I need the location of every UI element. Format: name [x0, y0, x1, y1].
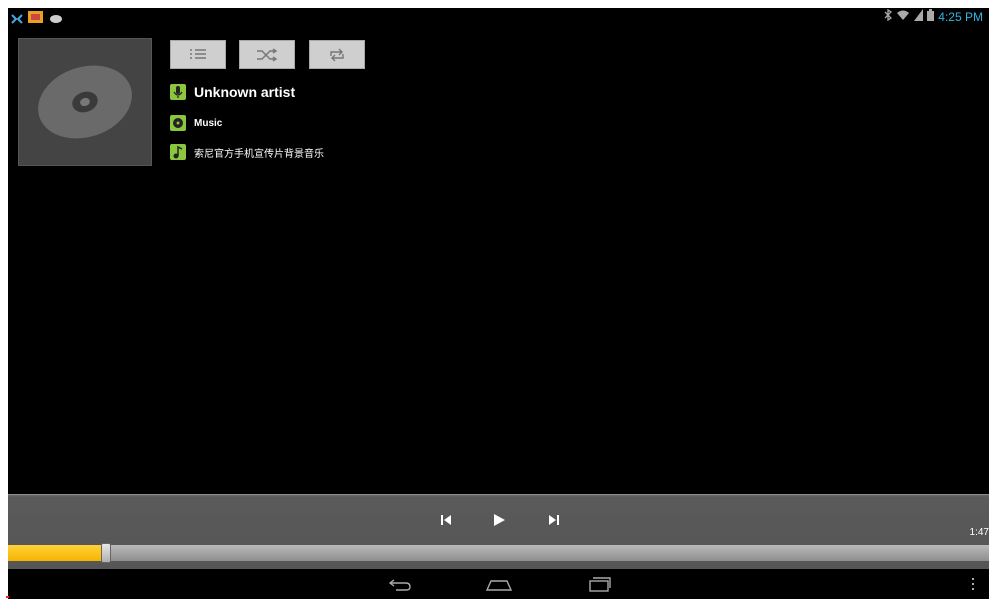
play-button[interactable] — [487, 509, 511, 531]
music-player-screen: 4:25 PM Unknown artist Music 索尼官方手机宣传片背景… — [8, 8, 989, 599]
previous-icon — [441, 515, 451, 525]
album-icon — [170, 115, 186, 131]
photo-notification-icon — [28, 10, 43, 23]
album-art — [18, 38, 152, 166]
back-button[interactable] — [385, 574, 415, 594]
cloud-notification-icon — [48, 11, 63, 23]
music-note-icon — [170, 144, 186, 160]
status-icons: 4:25 PM — [884, 8, 983, 26]
disc-icon — [38, 65, 132, 139]
battery-icon — [927, 8, 935, 26]
clock: 4:25 PM — [938, 10, 983, 24]
playlist-button[interactable] — [170, 40, 226, 69]
track-title: 索尼官方手机宣传片背景音乐 — [194, 148, 324, 160]
seek-progress — [8, 545, 106, 561]
menu-icon — [972, 578, 974, 590]
shuffle-icon — [257, 47, 278, 62]
status-bar: 4:25 PM — [8, 8, 989, 26]
next-button[interactable] — [542, 509, 566, 531]
recent-apps-button[interactable] — [585, 574, 615, 594]
navigation-bar — [8, 569, 989, 599]
next-icon — [549, 515, 559, 525]
bug-notification-icon — [11, 11, 23, 24]
home-button[interactable] — [484, 574, 514, 594]
album-row: Music — [170, 115, 222, 131]
title-row: 索尼官方手机宣传片背景音乐 — [170, 144, 324, 160]
shuffle-button[interactable] — [239, 40, 295, 69]
wifi-icon — [896, 8, 910, 26]
repeat-icon — [330, 48, 344, 61]
menu-button[interactable] — [963, 574, 983, 594]
previous-button[interactable] — [434, 509, 458, 531]
repeat-button[interactable] — [309, 40, 365, 69]
seek-bar[interactable] — [8, 543, 989, 563]
playlist-icon — [190, 48, 206, 59]
signal-icon — [914, 8, 924, 26]
artist-name: Unknown artist — [194, 84, 296, 100]
album-name: Music — [194, 117, 223, 129]
elapsed-time: 1:47 — [969, 527, 989, 538]
back-icon — [388, 579, 411, 591]
red-marker — [6, 596, 9, 598]
microphone-icon — [170, 84, 186, 100]
play-icon — [494, 514, 505, 526]
recent-apps-icon — [589, 577, 611, 592]
bluetooth-icon — [884, 8, 893, 26]
home-icon — [485, 580, 513, 591]
playback-controls: 1:47 — [8, 494, 989, 570]
artist-row: Unknown artist — [170, 84, 295, 100]
seek-thumb[interactable] — [101, 543, 111, 563]
